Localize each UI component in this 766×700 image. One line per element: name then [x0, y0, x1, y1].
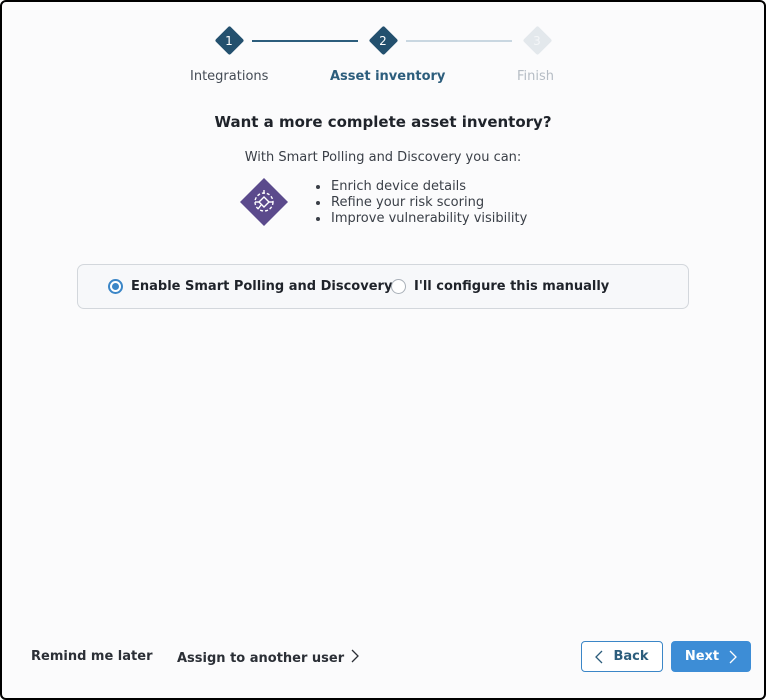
assign-link-label: Assign to another user: [177, 650, 345, 666]
chevron-right-icon: [351, 649, 360, 667]
chevron-left-icon: [595, 650, 603, 664]
configure-manually-option[interactable]: I'll configure this manually: [391, 279, 609, 294]
benefit-item: Enrich device details: [313, 179, 527, 195]
assign-to-another-user-link[interactable]: Assign to another user: [177, 649, 360, 667]
back-button[interactable]: Back: [581, 641, 663, 672]
configuration-options-card: Enable Smart Polling and Discovery I'll …: [77, 264, 689, 309]
setup-wizard-dialog: [0, 0, 766, 700]
manual-option-label: I'll configure this manually: [414, 279, 610, 294]
step-1-label: Integrations: [190, 69, 269, 84]
page-title: Want a more complete asset inventory?: [214, 113, 552, 131]
enable-option-label: Enable Smart Polling and Discovery: [131, 279, 393, 294]
benefit-item: Refine your risk scoring: [313, 195, 527, 211]
benefit-item: Improve vulnerability visibility: [313, 211, 527, 227]
enable-smart-polling-option[interactable]: Enable Smart Polling and Discovery: [108, 279, 392, 294]
benefits-list: Enrich device details Refine your risk s…: [313, 179, 527, 227]
chevron-right-icon: [729, 650, 738, 664]
enable-radio[interactable]: [108, 279, 123, 294]
step-2-number: 2: [379, 34, 387, 48]
step-1-connector: [252, 40, 358, 42]
page-subtitle: With Smart Polling and Discovery you can…: [244, 150, 522, 165]
manual-radio[interactable]: [391, 279, 406, 294]
step-3-number: 3: [533, 34, 541, 48]
back-button-label: Back: [613, 649, 649, 664]
next-button[interactable]: Next: [671, 641, 751, 672]
step-1-number: 1: [225, 34, 233, 48]
step-3-label: Finish: [517, 69, 555, 84]
step-2-label: Asset inventory: [330, 69, 446, 84]
next-button-label: Next: [684, 649, 720, 664]
step-2-connector: [406, 40, 512, 42]
wizard-stepper: 1 Integrations 2 Asset inventory 3 Finis…: [0, 0, 766, 100]
remind-me-later-link[interactable]: Remind me later: [31, 649, 152, 664]
smart-polling-discovery-icon: [240, 178, 288, 226]
